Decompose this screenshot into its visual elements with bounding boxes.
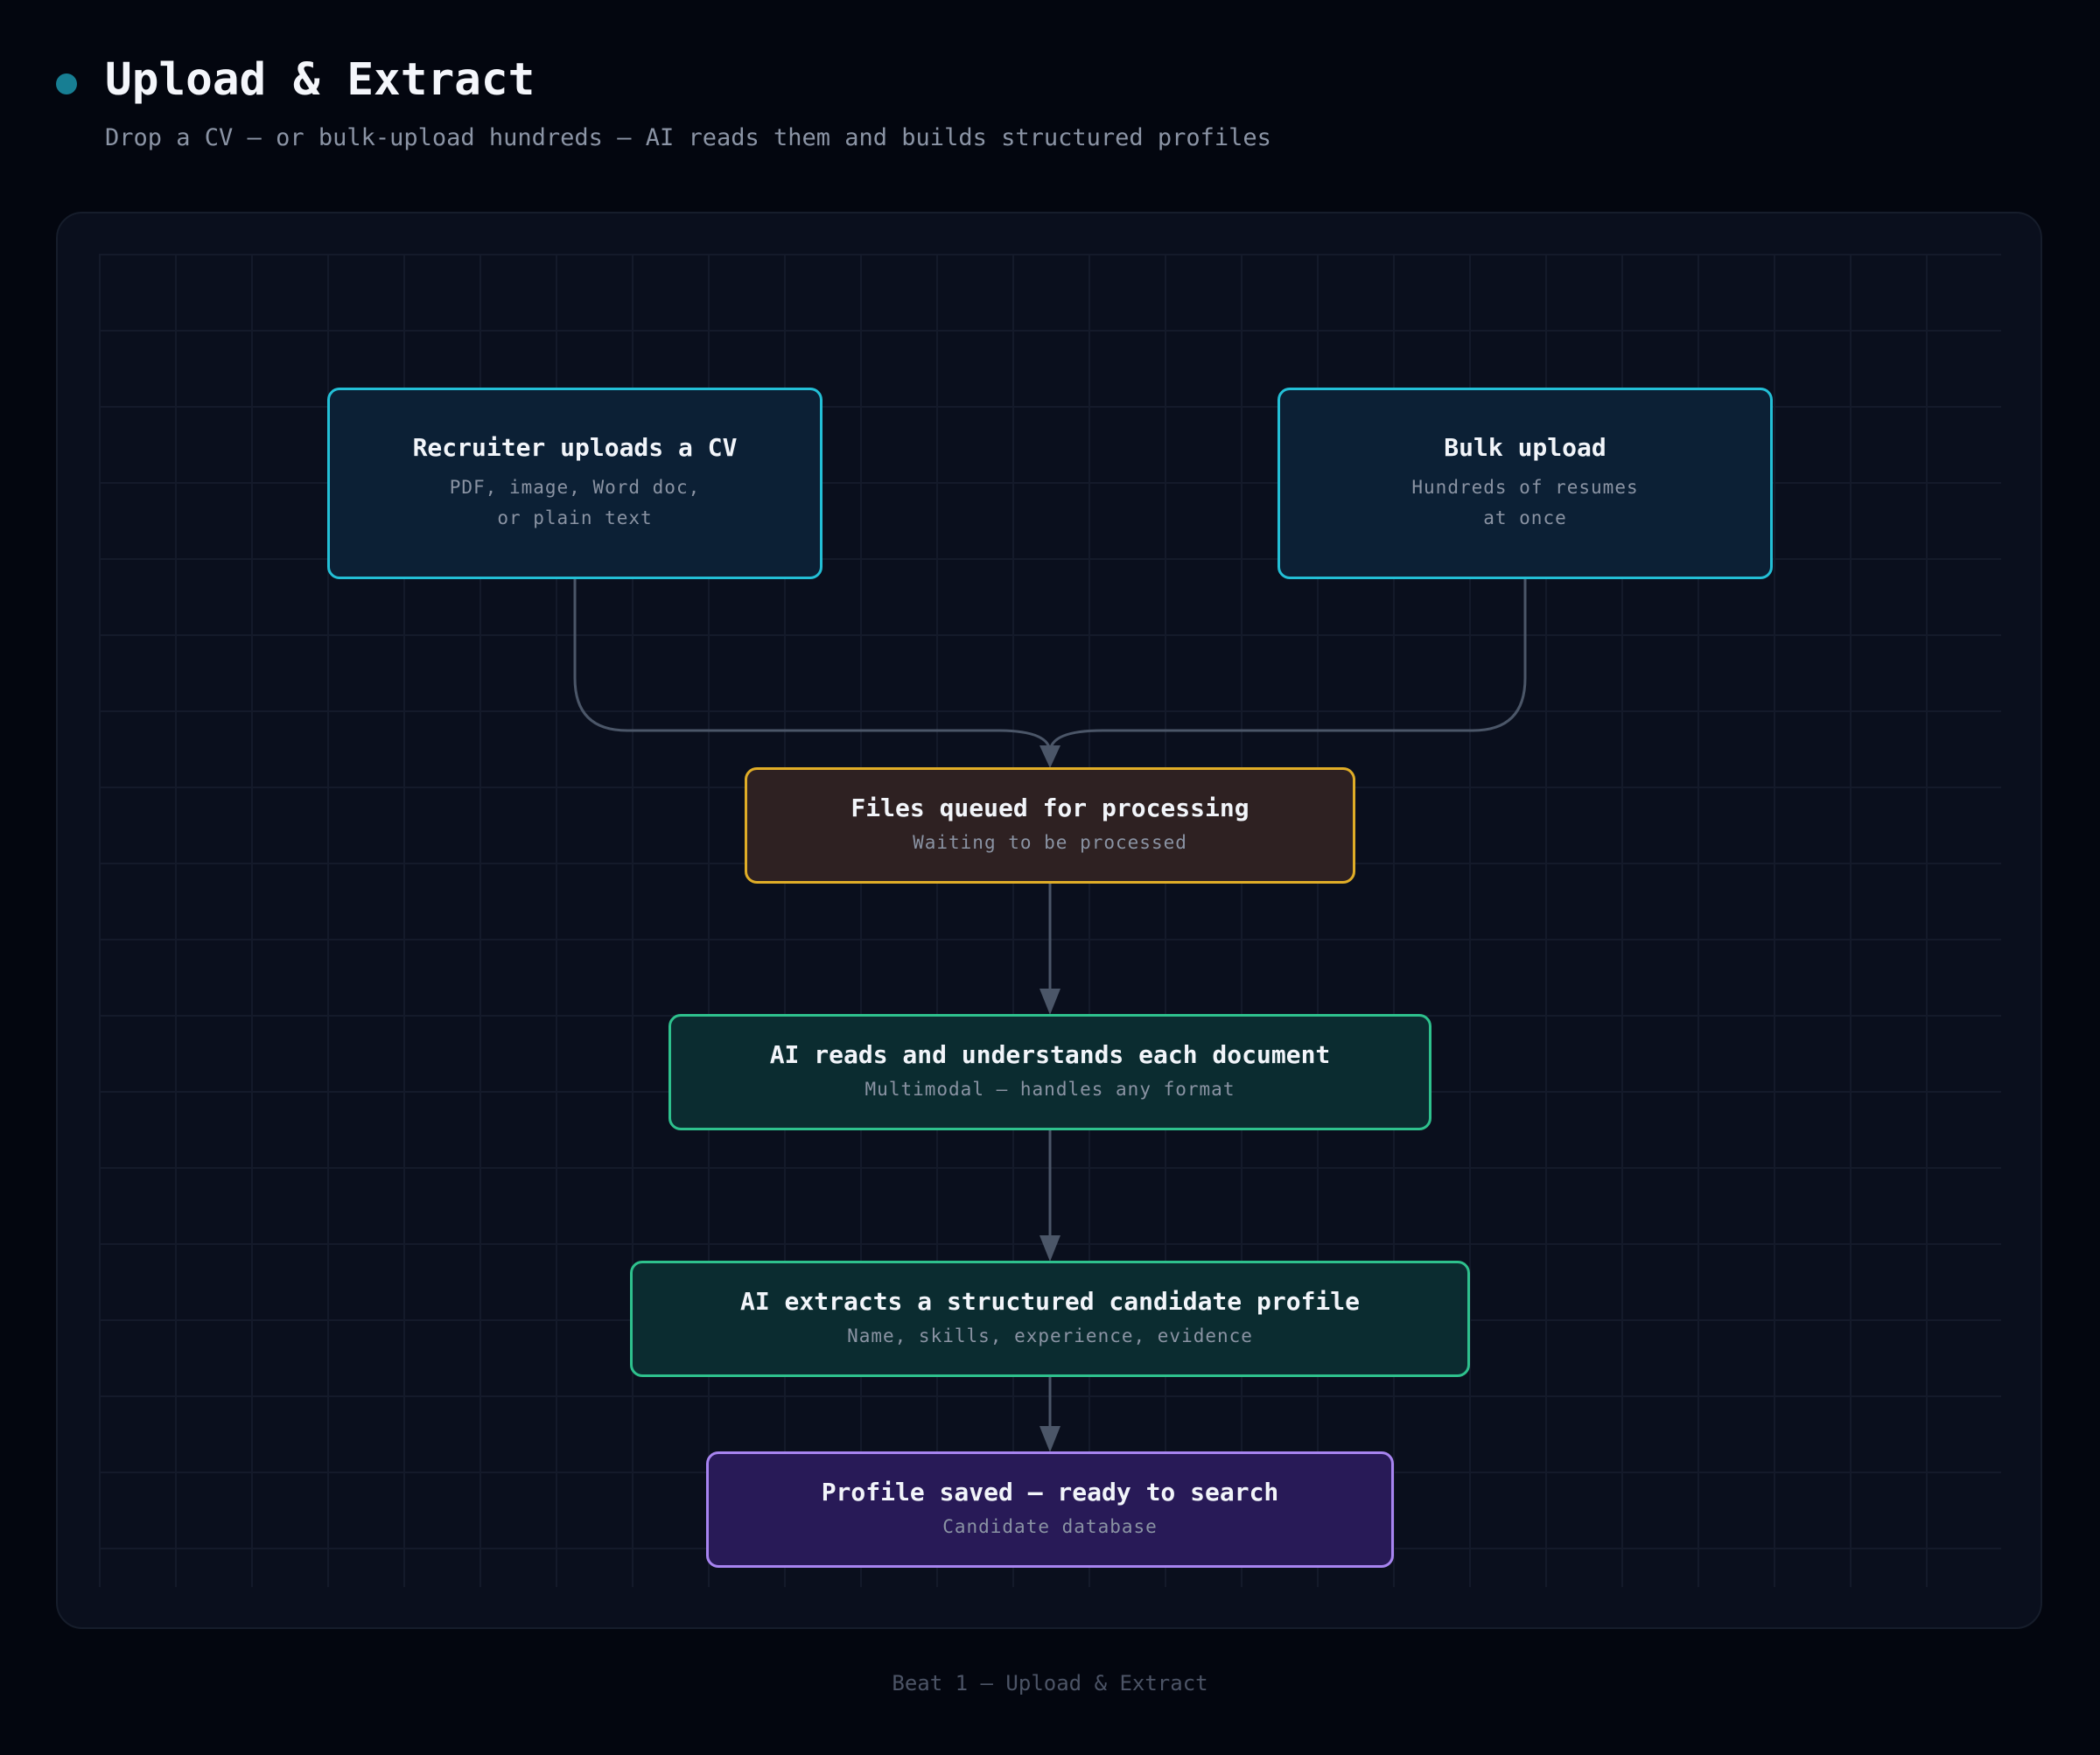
node-files-queued: Files queued for processing Waiting to b… [745,767,1355,884]
connector-upload-to-queue [573,579,1052,753]
node-subtitle-line-1: Hundreds of resumes [1411,477,1639,498]
node-ai-reads-document: AI reads and understands each document M… [668,1014,1432,1130]
arrowhead-extracts [1040,1235,1060,1262]
node-subtitle: Multimodal — handles any format [864,1078,1236,1100]
arrowhead-reads [1040,989,1060,1015]
node-title: Recruiter uploads a CV [412,433,738,462]
node-subtitle-line-2: or plain text [497,507,653,528]
footer-caption: Beat 1 — Upload & Extract [892,1671,1208,1696]
node-recruiter-uploads-cv: Recruiter uploads a CV PDF, image, Word … [327,388,822,579]
node-title: Files queued for processing [850,793,1250,822]
node-profile-saved: Profile saved — ready to search Candidat… [706,1451,1394,1568]
node-subtitle: Candidate database [942,1515,1158,1537]
arrowhead-saved [1040,1426,1060,1452]
arrowhead-queue [1040,745,1060,768]
connector-bulk-to-queue [1048,579,1527,753]
node-subtitle-line-2: at once [1483,507,1567,528]
node-bulk-upload: Bulk upload Hundreds of resumes at once [1278,388,1773,579]
node-subtitle-line-1: PDF, image, Word doc, [449,477,701,498]
node-subtitle: Name, skills, experience, evidence [847,1325,1253,1346]
node-subtitle: Waiting to be processed [913,831,1187,853]
node-title: AI extracts a structured candidate profi… [739,1286,1360,1316]
node-title: Profile saved — ready to search [821,1477,1279,1507]
node-title: AI reads and understands each document [769,1039,1331,1069]
node-ai-extracts-profile: AI extracts a structured candidate profi… [630,1261,1470,1377]
node-title: Bulk upload [1444,433,1606,462]
